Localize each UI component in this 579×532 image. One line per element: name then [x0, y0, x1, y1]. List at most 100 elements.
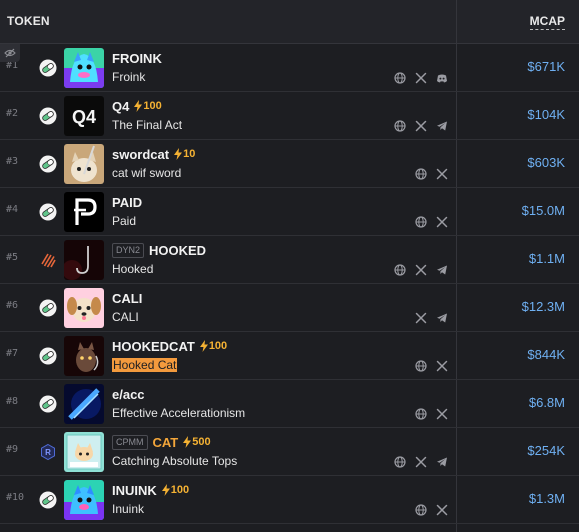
web-link[interactable] [394, 119, 406, 132]
web-link[interactable] [415, 167, 427, 180]
x-icon [436, 360, 448, 372]
ticker-label[interactable]: HOOKEDCAT [112, 339, 195, 354]
token-column-header[interactable]: TOKEN [7, 14, 50, 28]
table-row[interactable]: #10 INUINK 100 Inuink $1.3M [0, 476, 579, 524]
web-link[interactable] [394, 71, 406, 84]
x-link[interactable] [436, 215, 448, 228]
table-row[interactable]: #5 DYN2 HOOKED Hooked $1.1M [0, 236, 579, 284]
hide-button[interactable] [0, 44, 20, 62]
x-icon [415, 456, 427, 468]
table-row[interactable]: #6 CALI CALI $12.3M [0, 284, 579, 332]
token-name: Hooked Cat [112, 358, 178, 372]
web-link[interactable] [415, 359, 427, 372]
token-avatar[interactable] [64, 384, 104, 424]
table-row[interactable]: #2 Q4 Q4 100 The Final Act $104K [0, 92, 579, 140]
token-avatar[interactable] [64, 480, 104, 520]
telegram-link[interactable] [436, 119, 448, 131]
ticker-label[interactable]: e/acc [112, 387, 145, 402]
pill-icon [39, 59, 57, 77]
x-link[interactable] [415, 263, 427, 276]
x-link[interactable] [415, 71, 427, 84]
platform-icon [39, 59, 57, 77]
ticker-label[interactable]: PAID [112, 195, 142, 210]
telegram-icon [437, 121, 447, 131]
ticker-label[interactable]: INUINK [112, 483, 157, 498]
hexagon-icon: R [41, 443, 55, 461]
table-row[interactable]: #1 FROINK Froink $671K [0, 44, 579, 92]
x-link[interactable] [415, 119, 427, 132]
x-link[interactable] [436, 167, 448, 180]
boost-value: 100 [143, 100, 162, 112]
token-avatar[interactable] [64, 48, 104, 88]
token-name: Hooked [112, 262, 154, 276]
boost-badge: 100 [161, 484, 190, 496]
x-icon [415, 264, 427, 276]
x-link[interactable] [415, 455, 427, 468]
discord-icon [437, 74, 447, 83]
x-link[interactable] [436, 407, 448, 420]
table-row[interactable]: #8 e/acc Effective Accelerationism $6.8M [0, 380, 579, 428]
mcap-value: $254K [527, 443, 565, 458]
ticker-line: CALI [112, 290, 142, 306]
token-avatar-image [64, 240, 104, 280]
globe-icon [415, 504, 427, 516]
token-avatar-image [64, 384, 104, 424]
social-links [394, 455, 448, 468]
table-row[interactable]: #7 HOOKEDCAT 100 Hooked Cat $844K [0, 332, 579, 380]
ticker-line: Q4 100 [112, 98, 162, 114]
mcap-value: $1.1M [528, 251, 565, 266]
globe-icon [394, 264, 406, 276]
token-table: TOKEN MCAP #1 FROINK Froink $671K #2 Q4 Q4 10… [0, 0, 579, 532]
ticker-line: INUINK 100 [112, 482, 189, 498]
x-link[interactable] [436, 359, 448, 372]
ticker-line: CPMM CAT 500 [112, 434, 211, 450]
token-avatar[interactable] [64, 336, 104, 376]
lightning-icon [199, 340, 208, 352]
boost-value: 100 [170, 484, 190, 496]
web-link[interactable] [415, 215, 427, 228]
token-avatar[interactable] [64, 432, 104, 472]
ticker-label[interactable]: CAT [153, 435, 179, 450]
ticker-label[interactable]: swordcat [112, 147, 169, 162]
ticker-label[interactable]: FROINK [112, 51, 162, 66]
web-link[interactable] [394, 263, 406, 276]
web-link[interactable] [415, 407, 427, 420]
ticker-label[interactable]: CALI [112, 291, 142, 306]
token-avatar-image [64, 480, 104, 520]
telegram-link[interactable] [436, 455, 448, 467]
social-links [394, 119, 448, 132]
telegram-link[interactable] [436, 311, 448, 323]
globe-icon [415, 168, 427, 180]
table-row[interactable]: #9 R CPMM CAT 500 Catching Absolute Tops $254K [0, 428, 579, 476]
token-avatar[interactable] [64, 144, 104, 184]
telegram-link[interactable] [436, 263, 448, 275]
ticker-label[interactable]: Q4 [112, 99, 129, 114]
web-link[interactable] [415, 503, 427, 516]
token-avatar[interactable]: Q4 [64, 96, 104, 136]
token-name: CALI [112, 310, 139, 324]
x-link[interactable] [415, 311, 427, 324]
x-icon [415, 120, 427, 132]
social-links [394, 71, 448, 84]
boost-value: 10 [183, 148, 196, 160]
rank-label: #5 [6, 252, 19, 263]
token-avatar[interactable] [64, 240, 104, 280]
table-row[interactable]: #4 PAID Paid $15.0M [0, 188, 579, 236]
web-link[interactable] [394, 455, 406, 468]
mcap-column-header[interactable]: MCAP [529, 14, 565, 30]
discord-link[interactable] [436, 71, 448, 83]
mcap-value: $1.3M [528, 491, 565, 506]
mcap-value: $671K [527, 59, 565, 74]
ticker-line: DYN2 HOOKED [112, 242, 206, 258]
platform-icon [39, 299, 57, 317]
table-row[interactable]: #3 swordcat 10 cat wif sword $603K [0, 140, 579, 188]
table-header: TOKEN MCAP [0, 0, 579, 44]
globe-icon [394, 72, 406, 84]
token-avatar[interactable] [64, 192, 104, 232]
boost-badge: 100 [199, 340, 227, 352]
platform-icon [39, 251, 57, 269]
ticker-label[interactable]: HOOKED [149, 243, 206, 258]
x-link[interactable] [436, 503, 448, 516]
token-avatar[interactable] [64, 288, 104, 328]
pill-icon [39, 155, 57, 173]
